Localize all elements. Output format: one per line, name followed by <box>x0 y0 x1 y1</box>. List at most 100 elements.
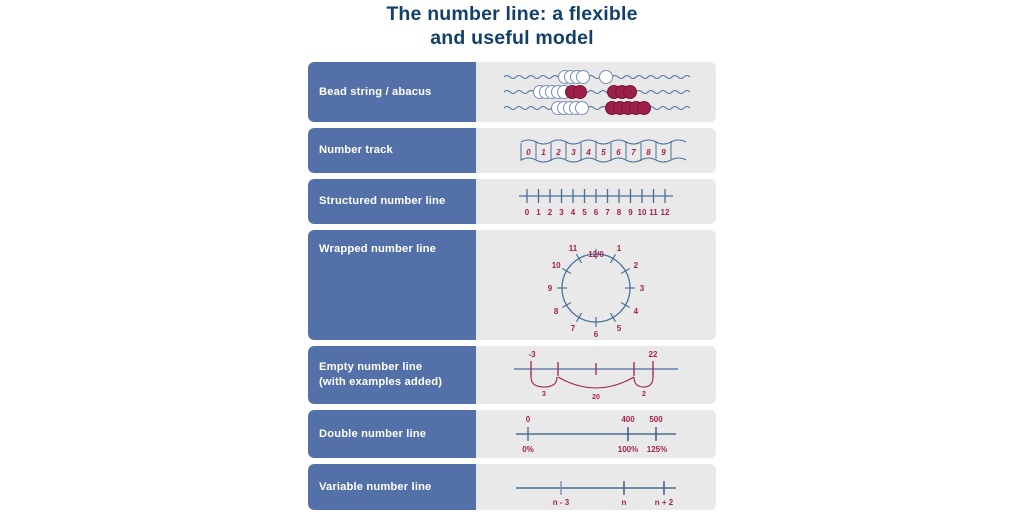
top-label-400: 400 <box>621 415 635 424</box>
track-cell-5: 5 <box>601 148 606 157</box>
figure-empty-number-line: -3 22 3 20 2 <box>476 346 716 404</box>
jump-arc-1 <box>530 376 558 388</box>
figure-wrapped-number-line: 1 2 3 4 5 6 7 8 9 10 11 12/0 <box>476 230 716 340</box>
clock-label-2: 2 <box>634 261 639 270</box>
clock-label-5: 5 <box>617 324 622 333</box>
row-label-variable-number-line: Variable number line <box>308 464 476 510</box>
figure-structured-number-line: 0 1 2 3 4 5 6 7 8 9 10 11 12 <box>476 179 716 224</box>
row-label-text: Structured number line <box>319 195 446 207</box>
clock-label-4: 4 <box>634 307 639 316</box>
bead-string-svg <box>503 70 691 115</box>
clock-tick-10 <box>561 267 572 275</box>
variable-number-line-svg: n - 3 n n + 2 <box>516 481 676 507</box>
clock-tick-11 <box>575 253 583 264</box>
row-double-number-line: Double number line 0 400 500 0% 100% 125… <box>308 410 716 458</box>
clock-circle <box>561 253 631 323</box>
infographic-page: The number line: a flexible and useful m… <box>0 0 1024 512</box>
row-label-text: Empty number line (with examples added) <box>319 360 442 390</box>
tick-label-3: 3 <box>559 208 564 217</box>
figure-double-number-line: 0 400 500 0% 100% 125% <box>476 410 716 458</box>
row-label-wrapped-number-line: Wrapped number line <box>308 230 476 340</box>
track-cell-2: 2 <box>555 148 561 157</box>
track-cell-3: 3 <box>571 148 576 157</box>
tick-label-10: 10 <box>638 208 647 217</box>
tick-label-11: 11 <box>649 208 658 217</box>
bead-cord-3 <box>503 106 691 110</box>
top-label-500: 500 <box>649 415 663 424</box>
row-label-line-2: (with examples added) <box>319 376 443 388</box>
tick-label-7: 7 <box>605 208 610 217</box>
jump-label-3: 2 <box>642 391 646 398</box>
model-rows: Bead string / abacus Number track 0 1 2 … <box>308 62 716 516</box>
tick-label-2: 2 <box>548 208 553 217</box>
tick-label-9: 9 <box>628 208 633 217</box>
page-title: The number line: a flexible and useful m… <box>0 2 1024 50</box>
page-title-line-1: The number line: a flexible <box>386 3 638 25</box>
tick-label-0: 0 <box>525 208 530 217</box>
row-empty-number-line: Empty number line (with examples added) … <box>308 346 716 404</box>
row-label-bead-string: Bead string / abacus <box>308 62 476 122</box>
clock-label-1: 1 <box>617 244 622 253</box>
empty-number-line-svg: -3 22 3 20 2 <box>514 350 678 401</box>
row-variable-number-line: Variable number line n - 3 n n + 2 <box>308 464 716 510</box>
label-n-plus-2: n + 2 <box>655 498 674 507</box>
bottom-label-100pct: 100% <box>618 445 638 454</box>
row-label-text: Variable number line <box>319 480 432 493</box>
structured-number-line-svg: 0 1 2 3 4 5 6 7 8 9 10 11 12 <box>519 188 673 217</box>
clock-tick-4 <box>620 301 631 309</box>
clock-tick-8 <box>561 301 572 309</box>
track-cell-9: 9 <box>661 148 666 157</box>
clock-label-12-0: 12/0 <box>588 250 604 259</box>
label-end: 22 <box>649 350 658 359</box>
track-cell-8: 8 <box>646 148 651 157</box>
wrapped-number-line-svg: 1 2 3 4 5 6 7 8 9 10 11 12/0 <box>548 244 645 339</box>
jump-label-1: 3 <box>542 391 546 398</box>
clock-label-6: 6 <box>594 330 599 339</box>
row-label-double-number-line: Double number line <box>308 410 476 458</box>
track-top-edge <box>520 138 687 145</box>
track-cell-4: 4 <box>585 148 591 157</box>
row-label-text: Wrapped number line <box>319 243 437 255</box>
clock-tick-2 <box>620 267 631 275</box>
tick-label-8: 8 <box>617 208 622 217</box>
label-n: n <box>622 498 627 507</box>
track-cell-1: 1 <box>541 148 546 157</box>
track-bottom-edge <box>520 156 687 163</box>
page-title-line-2: and useful model <box>430 27 594 49</box>
row-label-structured-number-line: Structured number line <box>308 179 476 224</box>
figure-variable-number-line: n - 3 n n + 2 <box>476 464 716 510</box>
clock-label-3: 3 <box>640 284 645 293</box>
tick-label-6: 6 <box>594 208 599 217</box>
clock-label-11: 11 <box>569 244 578 253</box>
bead-string-row-1 <box>503 70 691 84</box>
clock-tick-5 <box>609 312 617 323</box>
clock-tick-1 <box>609 253 617 264</box>
row-label-text: Double number line <box>319 427 427 440</box>
row-label-empty-number-line: Empty number line (with examples added) <box>308 346 476 404</box>
clock-tick-7 <box>575 312 583 323</box>
bead-red <box>623 85 637 99</box>
structured-ticks: 0 1 2 3 4 5 6 7 8 9 10 11 12 <box>525 188 670 217</box>
clock-label-8: 8 <box>554 307 559 316</box>
row-label-text: Bead string / abacus <box>319 85 432 98</box>
bead-white <box>599 70 613 84</box>
tick-label-12: 12 <box>661 208 670 217</box>
bead-white <box>575 101 589 115</box>
row-structured-number-line: Structured number line 0 1 2 3 4 5 6 7 8 9 10 11 12 <box>308 179 716 224</box>
track-cell-0: 0 <box>526 148 531 157</box>
clock-label-10: 10 <box>552 261 561 270</box>
jump-label-2: 20 <box>592 394 600 401</box>
double-number-line-svg: 0 400 500 0% 100% 125% <box>516 415 676 454</box>
bead-cord-1 <box>503 75 691 79</box>
top-label-0: 0 <box>526 415 531 424</box>
figure-bead-string <box>476 62 716 122</box>
bead-string-row-3 <box>503 101 691 115</box>
track-cell-7: 7 <box>631 148 636 157</box>
bead-string-row-2 <box>503 85 691 99</box>
row-wrapped-number-line: Wrapped number line 1 2 3 4 5 6 7 8 9 10 11 12/0 <box>308 230 716 340</box>
label-start: -3 <box>528 350 536 359</box>
clock-label-9: 9 <box>548 284 553 293</box>
bead-red <box>573 85 587 99</box>
bottom-label-125pct: 125% <box>647 445 667 454</box>
figure-number-track: 0123456789 <box>476 128 716 173</box>
